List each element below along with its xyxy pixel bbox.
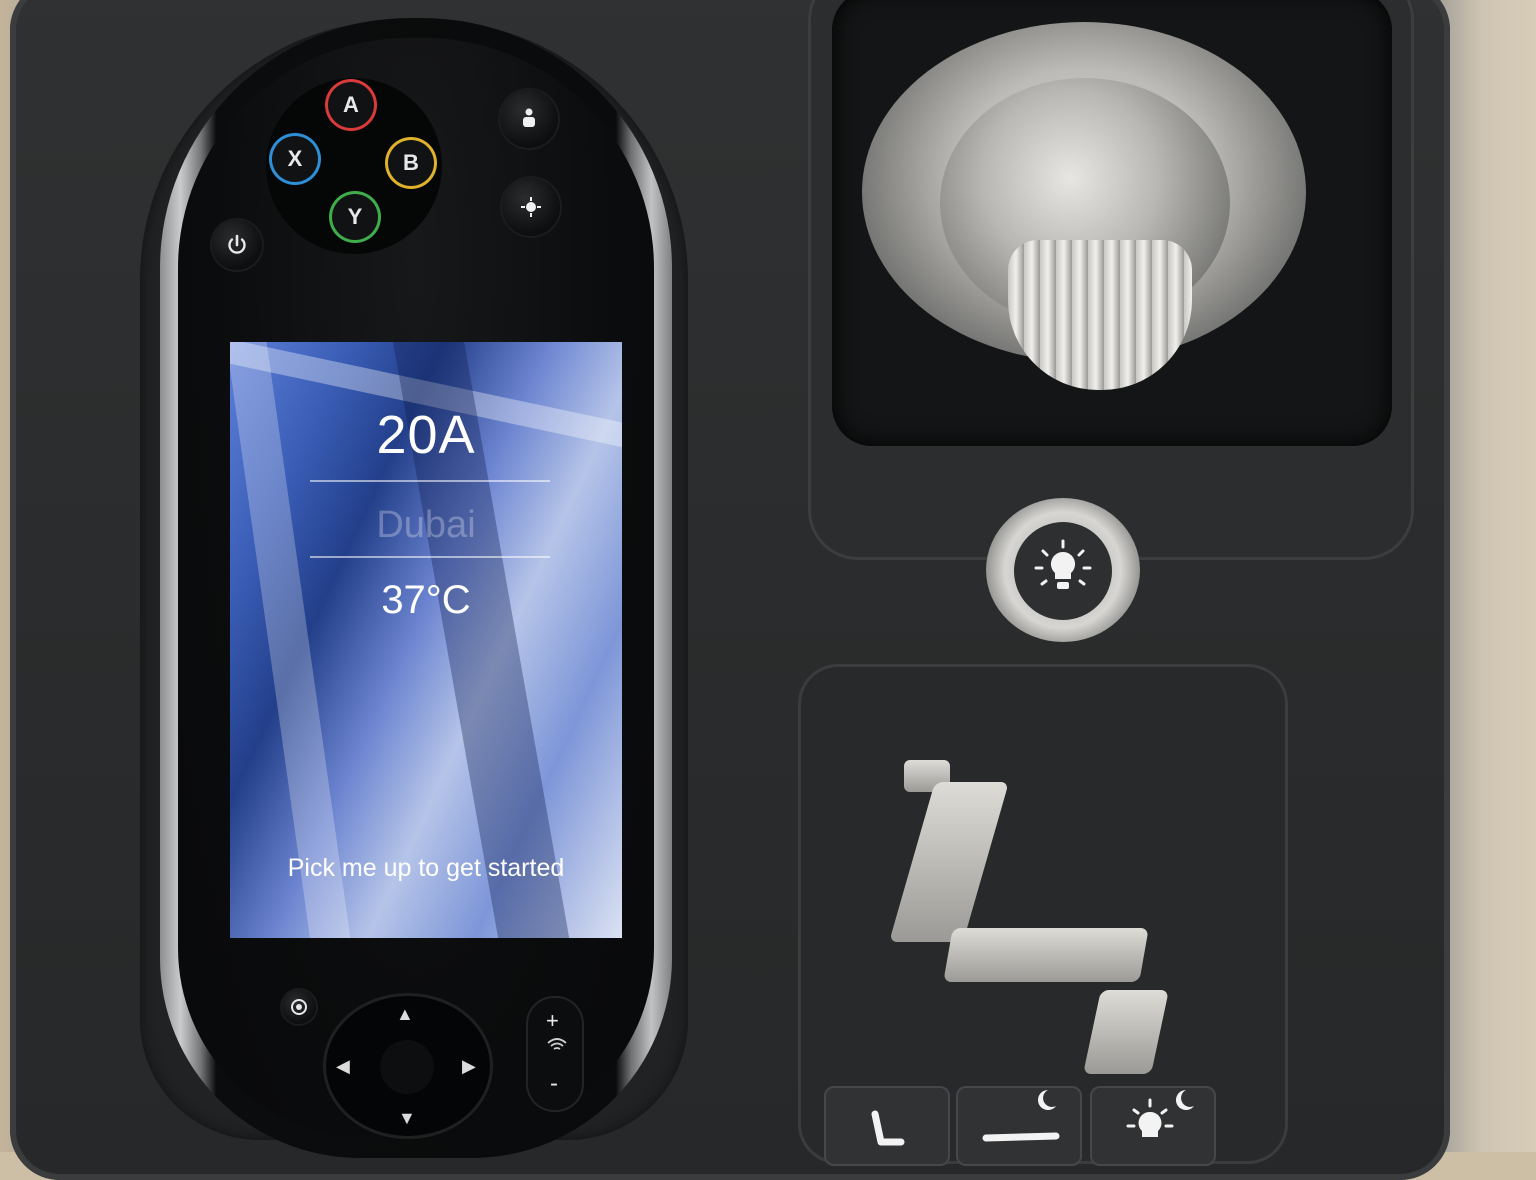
y-button[interactable]: Y (332, 194, 378, 240)
upright-seat-icon (871, 1110, 905, 1146)
bulb-moon-icon (1126, 1090, 1194, 1137)
attendant-call-icon (523, 108, 535, 127)
x-button-label: X (287, 146, 303, 171)
b-button-label: B (403, 150, 419, 175)
light-night-mode-button[interactable] (1090, 1086, 1216, 1166)
reading-light-knob-face[interactable] (1014, 522, 1112, 620)
pickup-prompt: Pick me up to get started (287, 854, 565, 882)
power-icon (228, 234, 246, 254)
navigation-select-button[interactable] (380, 1040, 434, 1094)
x-button[interactable]: X (272, 136, 318, 182)
dpad-up-icon[interactable]: ▲ (396, 1004, 414, 1025)
b-button[interactable]: B (388, 140, 434, 186)
power-button[interactable] (212, 220, 262, 270)
home-icon (291, 999, 307, 1015)
dpad-right-icon[interactable]: ▶ (462, 1056, 476, 1077)
reading-light-button[interactable] (502, 178, 560, 236)
remote-screen[interactable]: 20A Dubai 37°C Pick me up to get started (230, 342, 622, 938)
flatbed-moon-icon (982, 1090, 1060, 1142)
bed-night-mode-button[interactable] (956, 1086, 1082, 1166)
destination-city: Dubai (376, 504, 476, 546)
destination-temperature: 37°C (381, 578, 471, 622)
light-bulb-icon (1034, 539, 1092, 589)
attendant-call-button[interactable] (500, 90, 558, 148)
volume-up-icon[interactable]: + (546, 1008, 559, 1034)
a-button[interactable]: A (328, 82, 374, 128)
seat-pan-control[interactable] (943, 928, 1149, 982)
home-button[interactable] (282, 990, 316, 1024)
reading-light-icon (521, 197, 541, 217)
screen-divider (310, 480, 550, 482)
y-button-label: Y (347, 204, 363, 229)
seat-number: 20A (376, 405, 476, 465)
dpad-down-icon[interactable]: ▼ (398, 1108, 416, 1129)
a-button-label: A (343, 92, 359, 117)
volume-down-icon[interactable]: - (550, 1070, 558, 1098)
dpad-left-icon[interactable]: ◀ (336, 1056, 350, 1077)
upright-mode-button[interactable] (824, 1086, 950, 1166)
wifi-icon (546, 1036, 568, 1059)
screen-divider (310, 556, 550, 558)
